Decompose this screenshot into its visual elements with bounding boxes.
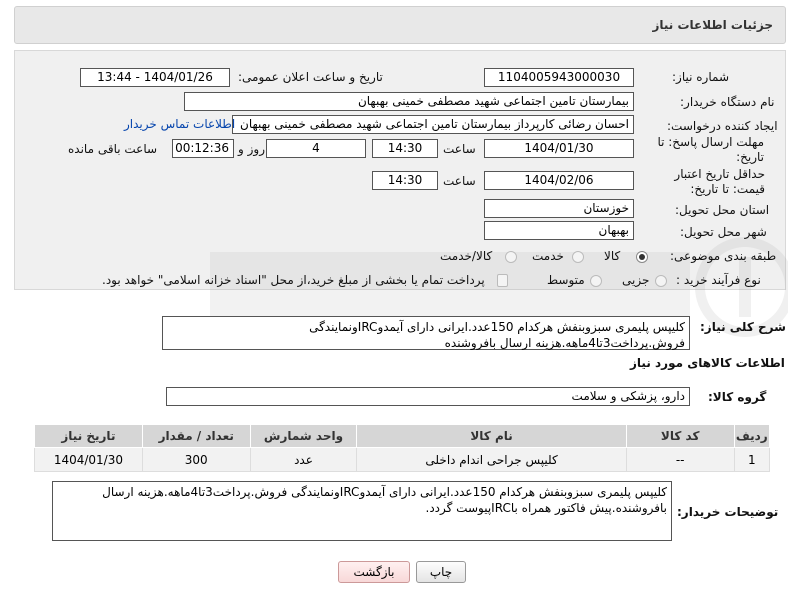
buyer-org-value: بیمارستان تامین اجتماعی شهید مصطفی خمینی… xyxy=(184,92,634,111)
province-label: استان محل تحویل: xyxy=(675,203,770,217)
cell-qty: 300 xyxy=(141,447,251,472)
col-date: تاریخ نیاز xyxy=(34,424,143,448)
payment-note: پرداخت تمام یا بخشی از مبلغ خرید،از محل … xyxy=(102,273,485,287)
creator-label: ایجاد کننده درخواست: xyxy=(667,119,778,133)
need-number-label: شماره نیاز: xyxy=(672,70,729,84)
process-radio-minor[interactable] xyxy=(655,275,667,287)
price-time-label: ساعت xyxy=(443,174,476,188)
description-text: کلیپس پلیمری سبزوبنفش هرکدام 150عدد.ایرا… xyxy=(162,316,690,350)
category-option-service: خدمت xyxy=(532,249,564,263)
announce-value: 1404/01/26 - 13:44 xyxy=(80,68,230,87)
price-time-value: 14:30 xyxy=(372,171,438,190)
reply-time-value: 14:30 xyxy=(372,139,438,158)
goods-section-title: اطلاعات کالاهای مورد نیاز xyxy=(630,356,785,370)
table-row: 1 -- کلیپس جراحی اندام داخلی عدد 300 140… xyxy=(34,447,771,472)
buyer-org-label: نام دستگاه خریدار: xyxy=(680,95,775,109)
cell-name: کلیپس جراحی اندام داخلی xyxy=(356,447,627,472)
page-title: جزئیات اطلاعات نیاز xyxy=(652,18,773,32)
city-value: بهبهان xyxy=(484,221,634,240)
need-number-value: 1104005943000030 xyxy=(484,68,634,87)
category-option-both: کالا/خدمت xyxy=(440,249,493,263)
page: جزئیات اطلاعات نیاز شماره نیاز: 11040059… xyxy=(0,0,788,598)
col-code: کد کالا xyxy=(625,424,735,448)
cell-unit: عدد xyxy=(249,447,358,472)
remaining-time-label: ساعت باقی مانده xyxy=(68,142,158,156)
category-radio-both[interactable] xyxy=(505,251,517,263)
category-label: طبقه بندی موضوعی: xyxy=(670,249,777,263)
col-row: ردیف xyxy=(733,424,771,448)
buyer-contact-link[interactable]: اطلاعات تماس خریدار xyxy=(124,117,235,131)
buyer-notes-label: توضیحات خریدار: xyxy=(677,505,779,519)
goods-group-value: دارو، پزشکی و سلامت xyxy=(166,387,690,406)
announce-label: تاریخ و ساعت اعلان عمومی: xyxy=(238,70,383,84)
col-unit: واحد شمارش xyxy=(249,424,358,448)
remaining-time-value: 00:12:36 xyxy=(172,139,234,158)
goods-group-label: گروه کالا: xyxy=(708,390,767,404)
reply-deadline-label: مهلت ارسال پاسخ: تا تاریخ: xyxy=(657,135,764,164)
col-name: نام کالا xyxy=(356,424,627,448)
cell-row: 1 xyxy=(733,447,771,472)
back-button[interactable]: بازگشت xyxy=(338,561,410,583)
cell-code: -- xyxy=(625,447,735,472)
category-radio-goods[interactable] xyxy=(636,251,648,263)
description-label: شرح کلی نیاز: xyxy=(700,320,786,334)
treasury-checkbox[interactable] xyxy=(497,274,508,287)
price-date-value: 1404/02/06 xyxy=(484,171,634,190)
process-label: نوع فرآیند خرید : xyxy=(676,273,761,287)
page-header: جزئیات اطلاعات نیاز xyxy=(14,6,786,44)
price-deadline-label: حداقل تاریخ اعتبار قیمت: تا تاریخ: xyxy=(674,167,765,196)
creator-value: احسان رضائی کارپرداز بیمارستان تامین اجت… xyxy=(232,115,634,134)
process-radio-medium[interactable] xyxy=(590,275,602,287)
category-option-goods: کالا xyxy=(604,249,621,263)
reply-time-label: ساعت xyxy=(443,142,476,156)
print-button[interactable]: چاپ xyxy=(416,561,466,583)
process-option-minor: جزیی xyxy=(622,273,650,287)
category-radio-service[interactable] xyxy=(572,251,584,263)
province-value: خوزستان xyxy=(484,199,634,218)
process-option-medium: متوسط xyxy=(547,273,585,287)
goods-table-header: ردیف کد کالا نام کالا واحد شمارش تعداد /… xyxy=(34,424,771,448)
cell-date: 1404/01/30 xyxy=(34,447,143,472)
days-label: روز و xyxy=(238,142,265,156)
buyer-notes-text: کلیپس پلیمری سبزوبنفش هرکدام 150عدد.ایرا… xyxy=(52,481,672,541)
reply-date-value: 1404/01/30 xyxy=(484,139,634,158)
goods-table: ردیف کد کالا نام کالا واحد شمارش تعداد /… xyxy=(34,424,771,472)
days-value: 4 xyxy=(266,139,366,158)
city-label: شهر محل تحویل: xyxy=(680,225,767,239)
col-qty: تعداد / مقدار xyxy=(141,424,251,448)
